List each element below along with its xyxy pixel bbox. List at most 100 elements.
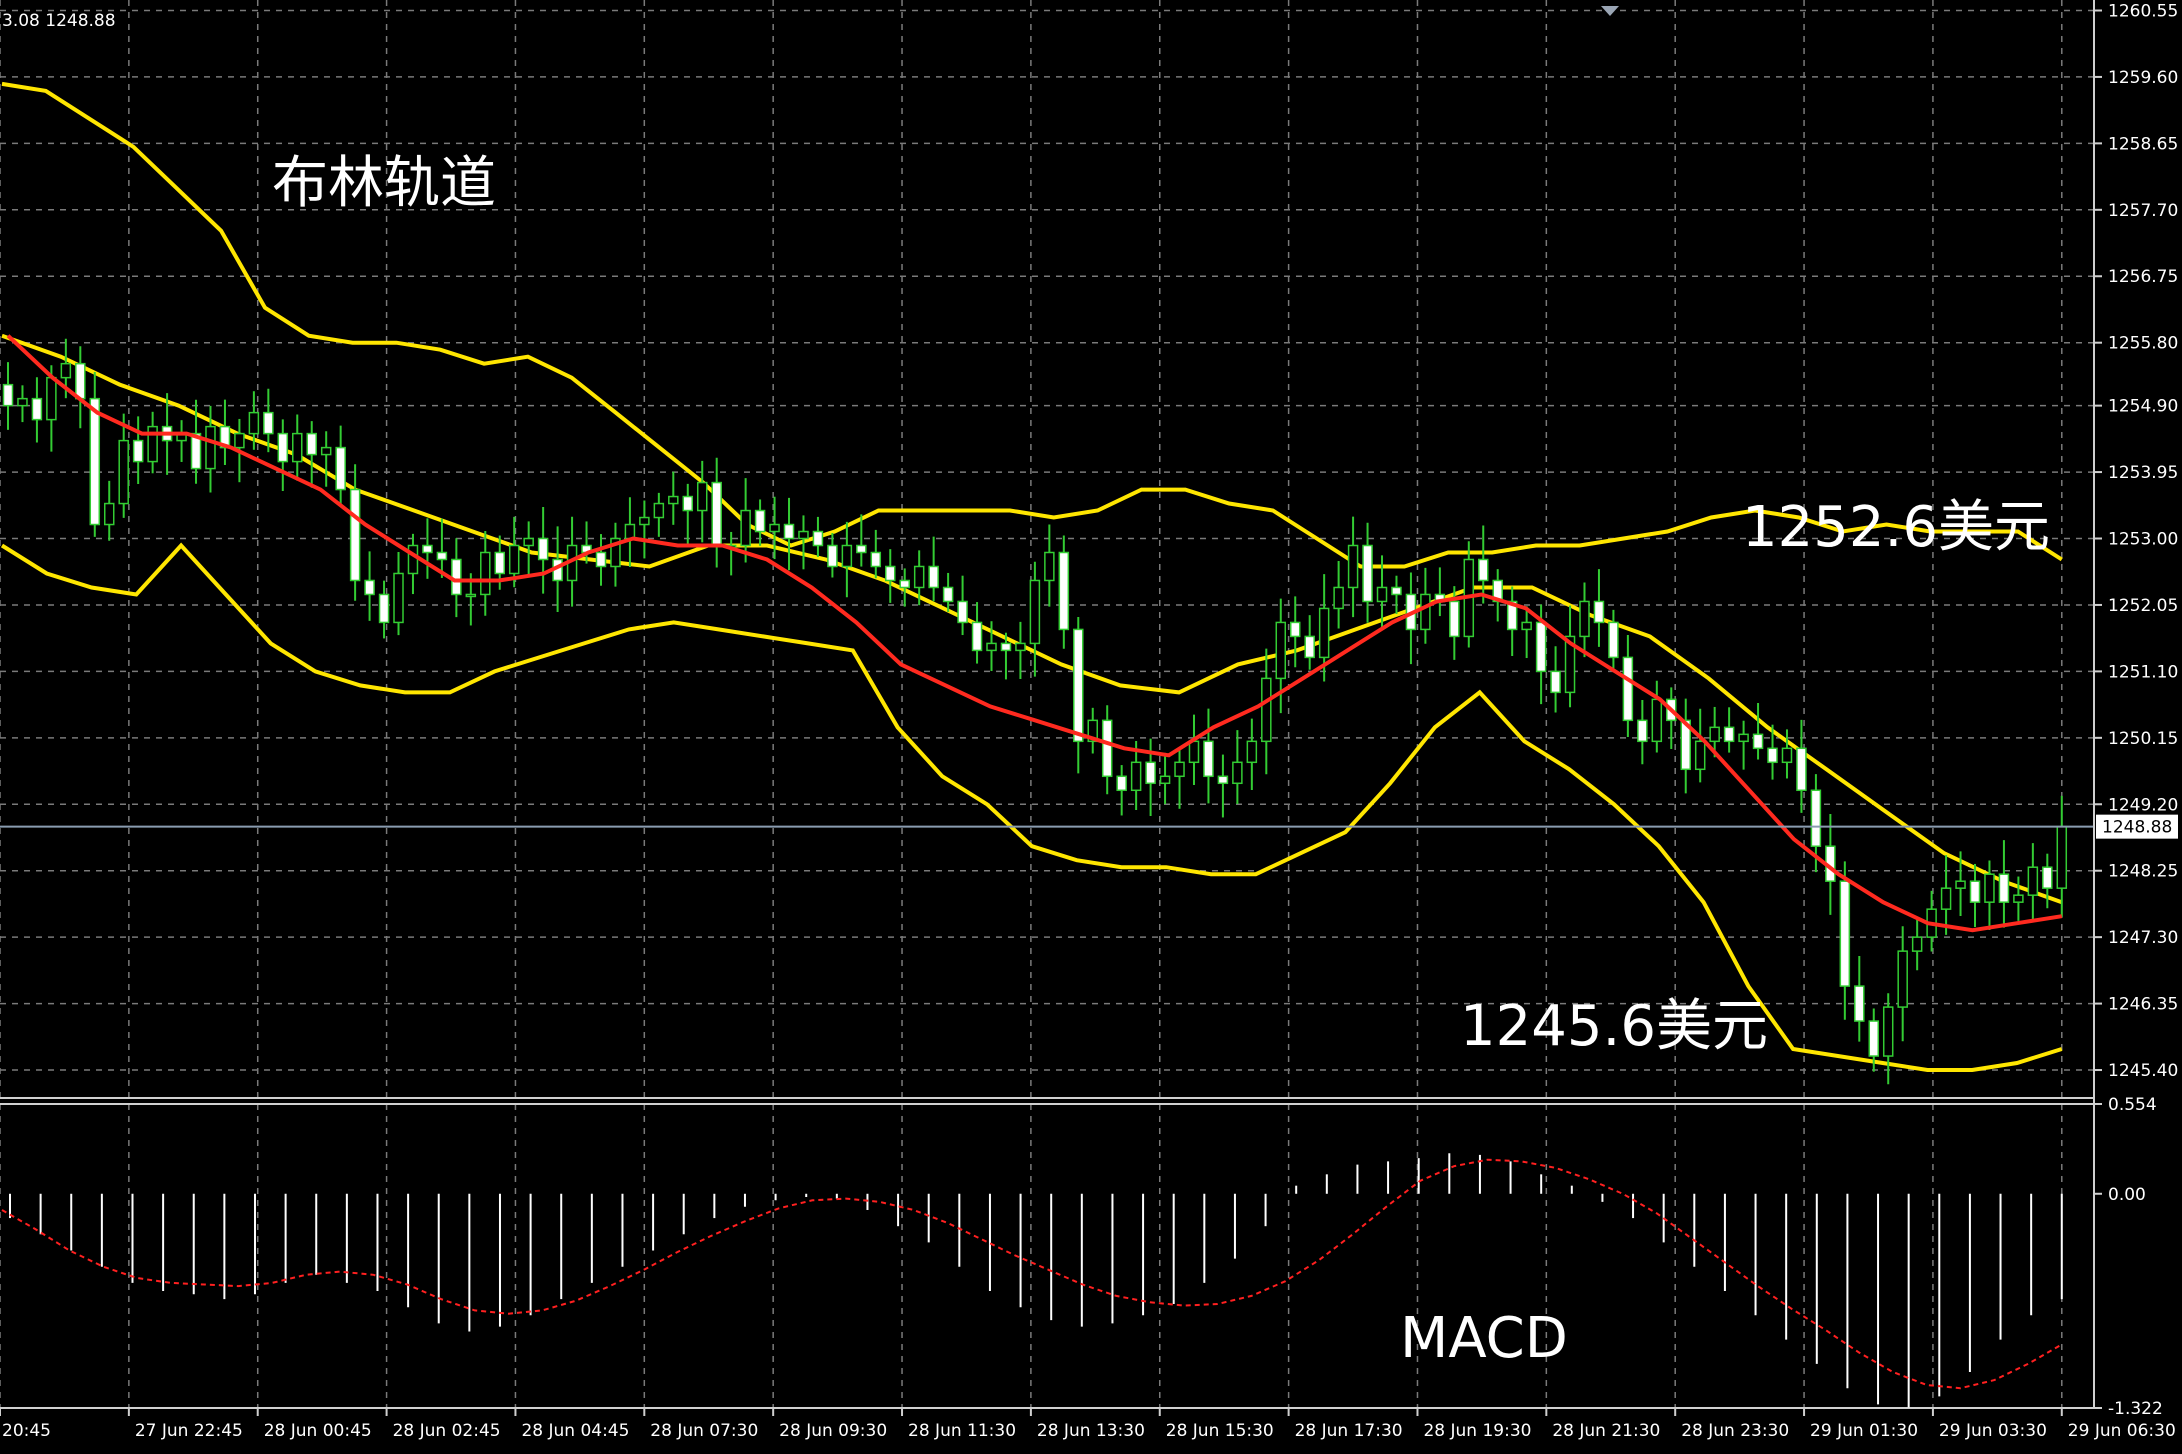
candle-body[interactable] [1145, 761, 1156, 785]
candle-body[interactable] [1651, 698, 1663, 743]
candle-body[interactable] [89, 397, 101, 526]
candle-body[interactable] [1232, 761, 1243, 785]
candle-body[interactable] [841, 544, 853, 568]
candle-body[interactable] [783, 523, 795, 540]
candle-body[interactable] [320, 446, 332, 456]
candle-body[interactable] [1304, 635, 1315, 659]
candle-body[interactable] [1174, 761, 1185, 778]
candle-body[interactable] [1203, 740, 1214, 778]
candle-body[interactable] [2056, 825, 2068, 889]
candle-body[interactable] [118, 439, 129, 505]
candle-body[interactable] [1608, 621, 1619, 659]
trading-chart[interactable]: 1260.55 1259.60 1258.65 1257.70 1256.75 1255.… [0, 0, 2182, 1454]
candle-body[interactable] [942, 586, 954, 603]
candle-body[interactable] [682, 495, 694, 512]
candle-body[interactable] [407, 544, 419, 575]
candle-body[interactable] [1868, 1020, 1880, 1057]
candle-body[interactable] [1810, 789, 1822, 847]
candle-body[interactable] [292, 432, 303, 463]
candle-body[interactable] [103, 502, 115, 526]
candle-body[interactable] [1579, 600, 1590, 638]
candle-body[interactable] [2042, 866, 2053, 889]
candle-body[interactable] [263, 411, 274, 435]
candle-body[interactable] [1318, 607, 1330, 659]
candle-body[interactable] [17, 397, 28, 407]
candle-body[interactable] [1969, 880, 1981, 903]
candle-body[interactable] [827, 544, 838, 568]
candle-body[interactable] [1159, 775, 1171, 785]
candle-body[interactable] [624, 523, 636, 540]
candle-body[interactable] [46, 376, 57, 421]
candle-body[interactable] [277, 432, 289, 463]
candle-body[interactable] [234, 432, 245, 449]
candle-body[interactable] [1998, 873, 2010, 903]
candle-body[interactable] [769, 523, 780, 533]
candle-body[interactable] [508, 544, 520, 575]
candle-body[interactable] [870, 551, 882, 568]
candle-body[interactable] [1622, 656, 1634, 722]
candle-body[interactable] [1854, 985, 1865, 1022]
candle-body[interactable] [1347, 544, 1359, 589]
candle-body[interactable] [451, 558, 462, 596]
candle-body[interactable] [1029, 579, 1041, 645]
candle-body[interactable] [1637, 719, 1648, 743]
candle-body[interactable] [2027, 866, 2039, 896]
candle-body[interactable] [436, 551, 448, 561]
candle-body[interactable] [1073, 628, 1084, 743]
candle-body[interactable] [798, 530, 809, 540]
candle-body[interactable] [928, 565, 939, 589]
candle-body[interactable] [1723, 726, 1735, 743]
candle-body[interactable] [1246, 740, 1258, 764]
candle-body[interactable] [248, 411, 260, 435]
candle-body[interactable] [1521, 621, 1532, 631]
candle-body[interactable] [335, 446, 346, 491]
candle-body[interactable] [1955, 880, 1966, 889]
candle-body[interactable] [132, 439, 144, 463]
candle-body[interactable] [885, 565, 896, 582]
candle-body[interactable] [1188, 740, 1200, 764]
candle-body[interactable] [1015, 642, 1026, 652]
candle-body[interactable] [1709, 726, 1720, 743]
candle-body[interactable] [2, 383, 14, 407]
candle-body[interactable] [537, 537, 549, 561]
candle-body[interactable] [1044, 551, 1055, 582]
candle-body[interactable] [480, 551, 491, 596]
candle-body[interactable] [639, 516, 650, 526]
candle-body[interactable] [205, 425, 216, 470]
candle-body[interactable] [422, 544, 433, 554]
candle-body[interactable] [1911, 936, 1923, 952]
candle-body[interactable] [1897, 950, 1908, 1008]
candle-body[interactable] [306, 432, 317, 456]
candle-body[interactable] [1550, 670, 1561, 694]
candle-body[interactable] [2013, 894, 2024, 903]
candle-body[interactable] [1796, 747, 1807, 792]
candle-body[interactable] [1289, 621, 1301, 638]
candle-body[interactable] [1391, 586, 1402, 596]
candle-body[interactable] [1752, 733, 1764, 750]
candle-body[interactable] [754, 509, 766, 533]
candle-body[interactable] [31, 397, 43, 421]
candle-body[interactable] [1333, 586, 1344, 610]
candle-body[interactable] [1420, 593, 1431, 631]
candle-body[interactable] [1130, 761, 1142, 792]
candle-body[interactable] [971, 621, 983, 652]
candle-body[interactable] [465, 593, 477, 598]
candle-body[interactable] [1839, 880, 1851, 987]
candle-body[interactable] [1984, 873, 1995, 903]
candle-body[interactable] [1478, 558, 1489, 582]
candle-body[interactable] [393, 572, 404, 624]
candle-body[interactable] [1058, 551, 1070, 631]
candle-body[interactable] [856, 544, 867, 554]
candle-body[interactable] [913, 565, 925, 589]
candle-body[interactable] [1694, 740, 1706, 771]
candle-body[interactable] [1738, 733, 1749, 743]
candle-body[interactable] [364, 579, 375, 596]
candle-body[interactable] [494, 551, 506, 575]
candle-body[interactable] [1000, 642, 1012, 652]
candle-body[interactable] [1376, 586, 1388, 603]
candle-body[interactable] [349, 488, 361, 582]
candle-body[interactable] [60, 362, 72, 379]
candle-body[interactable] [1882, 1006, 1894, 1057]
candle-body[interactable] [523, 537, 534, 547]
candle-body[interactable] [1116, 775, 1127, 792]
